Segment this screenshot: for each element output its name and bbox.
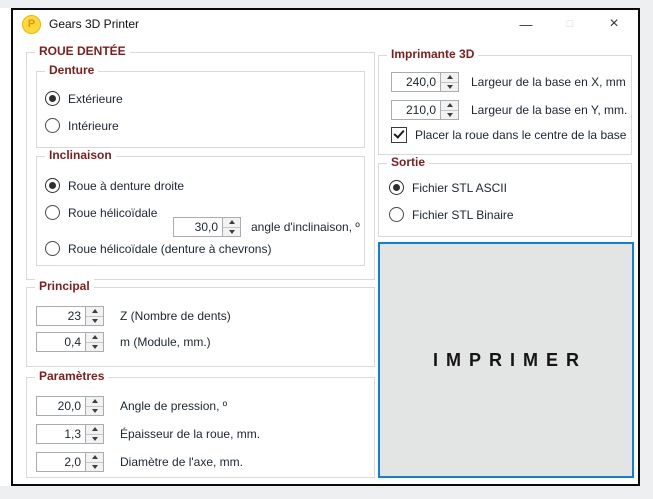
group-imprimante-title: Imprimante 3D: [387, 47, 479, 61]
group-parametres-title: Paramètres: [35, 369, 109, 383]
spin-down-icon[interactable]: [86, 342, 103, 351]
titlebar: P Gears 3D Printer — □ ×: [13, 10, 638, 38]
spin-up-icon[interactable]: [223, 218, 240, 228]
group-roue-dentee-title: ROUE DENTÉE: [35, 44, 130, 58]
radio-label: Roue hélicoïdale: [68, 205, 158, 220]
radio-label: Roue à denture droite: [68, 178, 185, 193]
spinner-label: Largeur de la base en X, mm: [471, 75, 626, 89]
checkbox-label: Placer la roue dans le centre de la base: [415, 128, 627, 142]
radio-label: Roue hélicoïdale (denture à chevrons): [68, 241, 272, 256]
spin-up-icon[interactable]: [86, 333, 103, 343]
spinner-value[interactable]: 0,4: [36, 332, 85, 352]
field-diametre-axe: 2,0 Diamètre de l'axe, mm.: [36, 452, 243, 472]
spinner-value[interactable]: 1,3: [36, 424, 85, 444]
module-spinner[interactable]: 0,4: [36, 332, 104, 352]
radio-stl-ascii[interactable]: Fichier STL ASCII: [389, 180, 507, 195]
spin-up-icon[interactable]: [86, 453, 103, 463]
radio-label: Fichier STL ASCII: [412, 180, 507, 195]
radio-interieure[interactable]: Intérieure: [45, 118, 119, 133]
radio-label: Extérieure: [68, 91, 123, 106]
field-base-x: 240,0 Largeur de la base en X, mm: [391, 72, 626, 92]
radio-denture-droite[interactable]: Roue à denture droite: [45, 178, 184, 193]
field-epaisseur: 1,3 Épaisseur de la roue, mm.: [36, 424, 260, 444]
spinner-label: Largeur de la base en Y, mm.: [471, 103, 628, 117]
checkbox-centre-base[interactable]: Placer la roue dans le centre de la base: [391, 127, 626, 143]
window-title: Gears 3D Printer: [49, 17, 140, 31]
field-nombre-dents: 23 Z (Nombre de dents): [36, 306, 231, 326]
spinner-value[interactable]: 20,0: [36, 396, 85, 416]
imprimer-button[interactable]: IMPRIMER: [378, 242, 634, 478]
field-module: 0,4 m (Module, mm.): [36, 332, 211, 352]
group-inclinaison: Inclinaison Roue à denture droite Roue h…: [36, 148, 365, 266]
group-principal-title: Principal: [35, 279, 94, 293]
spin-up-icon[interactable]: [441, 73, 458, 83]
spinner-label: Diamètre de l'axe, mm.: [120, 455, 243, 469]
angle-inclinaison-row: 30,0 angle d'inclinaison, º: [173, 217, 360, 237]
spin-down-icon[interactable]: [86, 462, 103, 471]
radio-label: Intérieure: [68, 118, 119, 133]
spinner-label: m (Module, mm.): [120, 335, 211, 349]
radio-stl-binaire[interactable]: Fichier STL Binaire: [389, 207, 514, 222]
epaisseur-spinner[interactable]: 1,3: [36, 424, 104, 444]
spin-down-icon[interactable]: [223, 227, 240, 236]
field-angle-pression: 20,0 Angle de pression, º: [36, 396, 227, 416]
spinner-value[interactable]: 240,0: [391, 72, 440, 92]
radio-helicoidale[interactable]: Roue hélicoïdale: [45, 205, 157, 220]
group-principal: Principal 23 Z (Nombre de dents) 0,4 m (…: [26, 279, 375, 367]
background-strip: [0, 8, 11, 486]
group-sortie: Sortie Fichier STL ASCII Fichier STL Bin…: [378, 155, 632, 237]
angle-pression-spinner[interactable]: 20,0: [36, 396, 104, 416]
radio-label: Fichier STL Binaire: [412, 207, 514, 222]
radio-chevrons[interactable]: Roue hélicoïdale (denture à chevrons): [45, 241, 271, 256]
spin-up-icon[interactable]: [86, 425, 103, 435]
minimize-icon[interactable]: —: [504, 10, 548, 38]
spin-down-icon[interactable]: [86, 316, 103, 325]
spinner-label: angle d'inclinaison, º: [251, 220, 360, 234]
group-sortie-title: Sortie: [387, 155, 430, 169]
app-icon: P: [22, 14, 41, 34]
base-x-spinner[interactable]: 240,0: [391, 72, 459, 92]
spinner-label: Angle de pression, º: [120, 399, 228, 413]
spinner-value[interactable]: 210,0: [391, 100, 440, 120]
app-icon-letter: P: [27, 18, 36, 30]
radio-icon: [45, 205, 60, 220]
radio-icon: [389, 180, 404, 195]
spin-down-icon[interactable]: [441, 110, 458, 119]
group-denture-title: Denture: [45, 63, 99, 77]
maximize-icon: □: [566, 18, 574, 30]
radio-icon: [45, 91, 60, 106]
base-y-spinner[interactable]: 210,0: [391, 100, 459, 120]
spinner-value[interactable]: 23: [36, 306, 85, 326]
spin-up-icon[interactable]: [86, 397, 103, 407]
radio-exterieure[interactable]: Extérieure: [45, 91, 123, 106]
radio-icon: [45, 118, 60, 133]
spinner-label: Z (Nombre de dents): [120, 309, 231, 323]
close-icon[interactable]: ×: [592, 10, 636, 38]
radio-icon: [45, 178, 60, 193]
spinner-value[interactable]: 30,0: [173, 217, 222, 237]
group-parametres: Paramètres 20,0 Angle de pression, º 1,3…: [26, 369, 375, 478]
field-base-y: 210,0 Largeur de la base en Y, mm.: [391, 100, 627, 120]
spinner-value[interactable]: 2,0: [36, 452, 85, 472]
spin-down-icon[interactable]: [86, 406, 103, 415]
group-imprimante: Imprimante 3D 240,0 Largeur de la base e…: [378, 47, 632, 155]
spinner-label: Épaisseur de la roue, mm.: [120, 427, 261, 441]
window-controls: — □ ×: [504, 10, 638, 38]
diametre-axe-spinner[interactable]: 2,0: [36, 452, 104, 472]
imprimer-button-label: IMPRIMER: [433, 349, 587, 370]
spin-down-icon[interactable]: [441, 82, 458, 91]
group-denture: Denture Extérieure Intérieure: [36, 63, 365, 148]
app-window: P Gears 3D Printer — □ × ROUE DENTÉE Den…: [0, 0, 653, 499]
spin-up-icon[interactable]: [86, 307, 103, 317]
radio-icon: [45, 241, 60, 256]
spin-up-icon[interactable]: [441, 101, 458, 111]
checkbox-icon: [391, 127, 407, 143]
nombre-dents-spinner[interactable]: 23: [36, 306, 104, 326]
radio-icon: [389, 207, 404, 222]
spin-down-icon[interactable]: [86, 434, 103, 443]
group-inclinaison-title: Inclinaison: [45, 148, 116, 162]
angle-inclinaison-spinner[interactable]: 30,0: [173, 217, 241, 237]
